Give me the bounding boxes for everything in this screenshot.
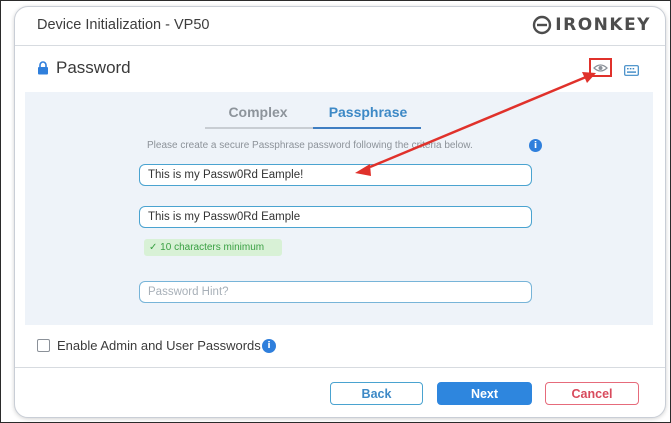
tab-passphrase-underline [313, 127, 421, 129]
ironkey-logo-icon [533, 15, 552, 35]
window-title: Device Initialization - VP50 [37, 17, 210, 33]
ironkey-logo-text: IRONKEY [555, 15, 651, 35]
confirm-password-input[interactable] [139, 206, 532, 228]
admin-info-icon[interactable]: i [262, 339, 276, 353]
section-title: Password [56, 58, 131, 77]
ironkey-logo: IRONKEY [532, 15, 651, 35]
lock-icon [37, 61, 49, 80]
tab-passphrase[interactable]: Passphrase [313, 104, 423, 120]
password-input[interactable] [139, 164, 532, 186]
footer-divider [15, 367, 665, 368]
criteria-badge: ✓ 10 characters minimum [144, 239, 282, 256]
tab-complex-underline [205, 127, 313, 129]
criteria-text: 10 characters minimum [160, 242, 265, 253]
next-button[interactable]: Next [437, 382, 532, 405]
info-icon[interactable]: i [529, 139, 542, 152]
title-bar: Device Initialization - VP50 IRONKEY [15, 7, 665, 46]
password-hint-input[interactable] [139, 281, 532, 303]
enable-admin-checkbox[interactable] [37, 339, 50, 352]
show-password-button[interactable] [589, 58, 612, 77]
eye-icon [593, 63, 608, 72]
back-button[interactable]: Back [330, 382, 423, 405]
check-icon: ✓ [149, 242, 161, 253]
tab-complex[interactable]: Complex [203, 104, 313, 120]
enable-admin-label: Enable Admin and User Passwords [57, 338, 261, 353]
device-init-window: Device Initialization - VP50 IRONKEY Pas… [14, 6, 666, 418]
instruction-text: Please create a secure Passphrase passwo… [147, 140, 473, 151]
cancel-button[interactable]: Cancel [545, 382, 639, 405]
keyboard-icon[interactable] [624, 63, 639, 81]
password-section-header: Password [15, 47, 665, 91]
